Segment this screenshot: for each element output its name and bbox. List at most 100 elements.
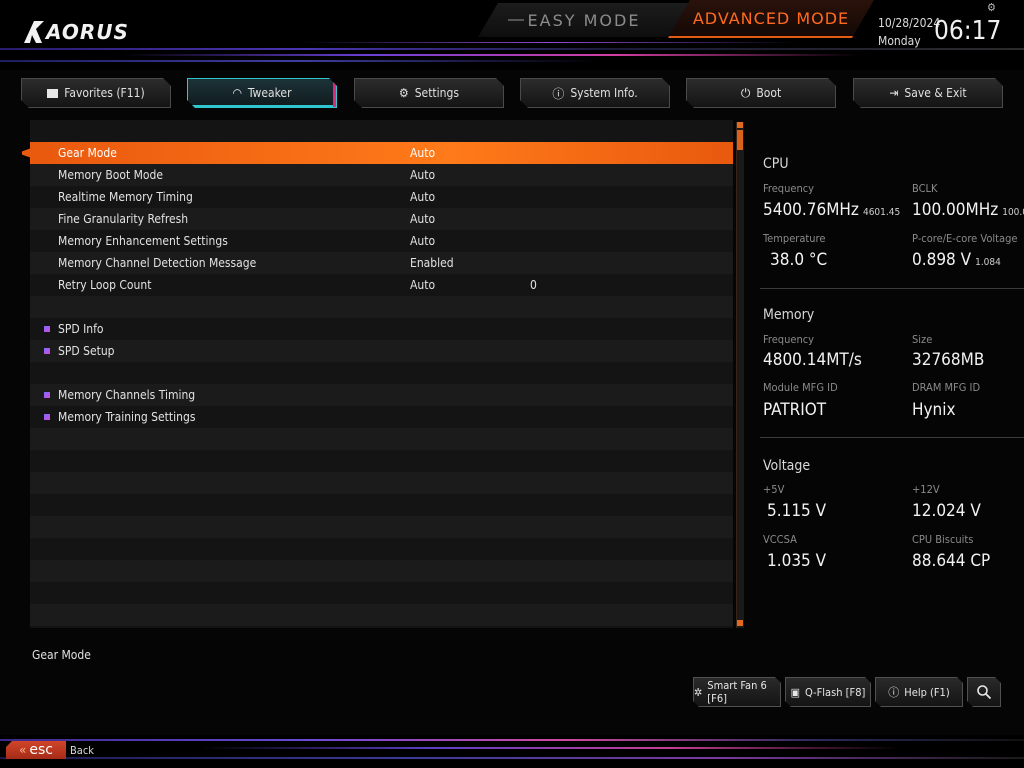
bclk-clip: 100.00MHz100.00 (912, 200, 1024, 224)
easy-mode-button[interactable]: EASY MODE (478, 3, 690, 37)
qflash-label: Q-Flash [F8] (804, 685, 866, 699)
esc-button[interactable]: « esc (6, 741, 66, 759)
list-spacer (30, 450, 733, 472)
tab-system-info[interactable]: ⓘ System Info. (520, 78, 670, 108)
setting-value[interactable]: Auto (410, 234, 435, 248)
setting-label: Memory Boot Mode (58, 168, 164, 182)
cpu-biscuits-label: CPU Biscuits (912, 533, 974, 546)
help-label: Help (F1) (904, 685, 950, 699)
submenu-label: Memory Channels Timing (58, 388, 196, 402)
submenu-label: Memory Training Settings (58, 410, 196, 424)
submenu-spd-info[interactable]: SPD Info (30, 318, 733, 340)
list-scrollbar[interactable] (736, 122, 744, 628)
v12-value: 12.024 V (912, 501, 981, 521)
favorites-icon (47, 89, 58, 98)
v12-label: +12V (912, 483, 940, 496)
easy-mode-label: EASY MODE (527, 10, 641, 30)
setting-label: Memory Channel Detection Message (58, 256, 257, 270)
bclk-label: BCLK (912, 182, 938, 195)
submenu-bullet-icon (44, 414, 50, 420)
footer-streak (200, 747, 900, 749)
core-voltage-sub: 1.084 (975, 257, 1001, 268)
setting-row-gear-mode[interactable]: Gear Mode Auto (30, 142, 733, 164)
power-icon: ⏻ (740, 85, 751, 100)
core-voltage-label: P-core/E-core Voltage (912, 232, 1018, 245)
cpu-frequency-main: 5400.76MHz (763, 200, 859, 220)
tab-settings[interactable]: ⚙ Settings (354, 78, 504, 108)
list-spacer (30, 362, 733, 384)
v5-value: 5.115 V (767, 501, 827, 521)
date-display: 10/28/2024 (878, 16, 941, 30)
header-streak (0, 60, 600, 62)
setting-value[interactable]: Auto (410, 212, 435, 226)
help-icon: ⓘ (888, 686, 900, 699)
v5-label: +5V (763, 483, 785, 496)
tab-tweaker[interactable]: ◠ Tweaker (187, 78, 337, 108)
settings-gear-icon[interactable]: ⚙ (987, 1, 996, 14)
header-streak (120, 54, 860, 56)
exit-icon: ⇥ (889, 86, 899, 100)
double-chevron-left-icon: « (19, 743, 27, 757)
list-spacer (30, 494, 733, 516)
gear-icon: ⚙ (399, 86, 409, 100)
setting-value[interactable]: Enabled (410, 256, 454, 270)
core-voltage-main: 0.898 V (912, 250, 972, 270)
bclk-value: 100.00MHz100.00 (912, 200, 1024, 220)
list-spacer (30, 428, 733, 450)
header-streak (300, 42, 800, 43)
memory-size-label: Size (912, 333, 933, 346)
list-spacer (30, 296, 733, 318)
list-spacer (30, 516, 733, 538)
setting-row-fine-granularity-refresh[interactable]: Fine Granularity Refresh Auto (30, 208, 733, 230)
voltage-section-title: Voltage (763, 458, 811, 474)
tab-save-exit[interactable]: ⇥ Save & Exit (853, 78, 1003, 108)
section-divider (760, 288, 1024, 289)
settings-list: Gear Mode Auto Memory Boot Mode Auto Rea… (30, 120, 733, 628)
setting-label: Gear Mode (58, 146, 117, 160)
vccsa-value: 1.035 V (767, 551, 827, 571)
scroll-up-arrow-icon[interactable] (737, 122, 743, 128)
qflash-button[interactable]: ▣ Q-Flash [F8] (785, 677, 871, 707)
setting-row-realtime-memory-timing[interactable]: Realtime Memory Timing Auto (30, 186, 733, 208)
bclk-sub: 100.00 (1002, 207, 1024, 218)
submenu-spd-setup[interactable]: SPD Setup (30, 340, 733, 362)
list-spacer (30, 120, 733, 142)
help-button[interactable]: ⓘ Help (F1) (875, 677, 963, 707)
tab-label: Favorites (F11) (64, 86, 145, 100)
setting-row-memory-channel-detection[interactable]: Memory Channel Detection Message Enabled (30, 252, 733, 274)
smart-fan-label: Smart Fan 6 [F6] (707, 679, 767, 705)
memory-section-title: Memory (763, 307, 815, 323)
footer-streak (0, 757, 1024, 759)
list-spacer (30, 472, 733, 494)
scroll-down-arrow-icon[interactable] (737, 620, 743, 626)
setting-value[interactable]: Auto (410, 278, 435, 292)
setting-row-retry-loop-count[interactable]: Retry Loop Count Auto 0 (30, 274, 733, 296)
cpu-biscuits-value: 88.644 CP (912, 551, 991, 571)
scrollbar-thumb[interactable] (737, 130, 743, 150)
tab-label: Save & Exit (904, 86, 967, 100)
search-icon (976, 684, 992, 700)
module-mfg-value: PATRIOT (763, 400, 827, 420)
smart-fan-button[interactable]: ✲ Smart Fan 6 [F6] (693, 677, 781, 707)
submenu-memory-channels-timing[interactable]: Memory Channels Timing (30, 384, 733, 406)
setting-value[interactable]: Auto (410, 190, 435, 204)
setting-value[interactable]: Auto (410, 168, 435, 182)
bclk-main: 100.00MHz (912, 200, 999, 220)
tab-boot[interactable]: ⏻ Boot (686, 78, 836, 108)
setting-value[interactable]: Auto (410, 146, 435, 160)
core-voltage-value: 0.898 V 1.084 (912, 250, 1001, 270)
submenu-memory-training-settings[interactable]: Memory Training Settings (30, 406, 733, 428)
setting-row-memory-enhancement[interactable]: Memory Enhancement Settings Auto (30, 230, 733, 252)
selection-arrow-left (22, 145, 52, 161)
setting-label: Fine Granularity Refresh (58, 212, 189, 226)
setting-row-memory-boot-mode[interactable]: Memory Boot Mode Auto (30, 164, 733, 186)
list-spacer (30, 582, 733, 604)
tab-favorites[interactable]: Favorites (F11) (21, 78, 171, 108)
cpu-frequency-value: 5400.76MHz 4601.45 (763, 200, 900, 220)
search-button[interactable] (967, 677, 1001, 707)
setting-value-secondary[interactable]: 0 (530, 278, 537, 292)
advanced-mode-button[interactable]: ADVANCED MODE (668, 0, 874, 38)
module-mfg-label: Module MFG ID (763, 381, 838, 394)
memory-size-value: 32768MB (912, 350, 985, 370)
footer-streak (0, 739, 1024, 741)
